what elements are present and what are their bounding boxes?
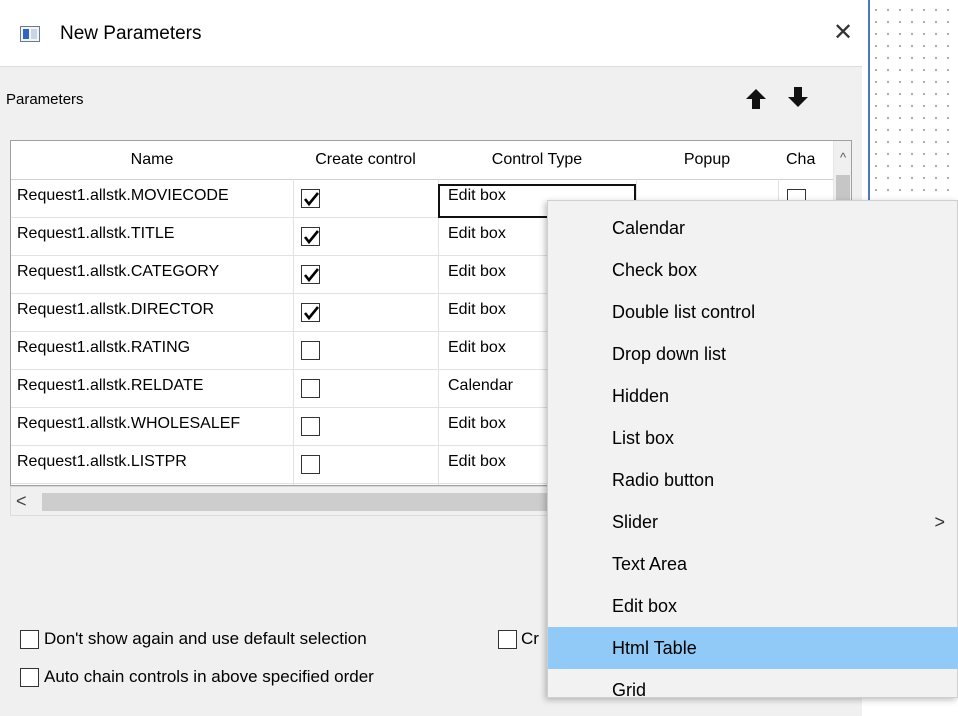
auto-chain-label: Auto chain controls in above specified o… bbox=[44, 667, 374, 686]
dialog-title: New Parameters bbox=[60, 23, 202, 44]
column-header-create-control[interactable]: Create control bbox=[293, 141, 439, 180]
menu-item-label: Double list control bbox=[612, 302, 756, 322]
menu-item-label: Html Table bbox=[612, 638, 697, 658]
menu-item-label: Edit box bbox=[612, 596, 678, 616]
dont-show-label: Don't show again and use default selecti… bbox=[44, 629, 367, 648]
cut-off-checkbox[interactable] bbox=[498, 630, 517, 649]
auto-chain-checkbox[interactable] bbox=[20, 668, 39, 687]
cell-name[interactable]: Request1.allstk.CATEGORY bbox=[17, 262, 291, 282]
create-control-checkbox[interactable] bbox=[301, 265, 320, 284]
cell-name[interactable]: Request1.allstk.LISTPR bbox=[17, 452, 291, 472]
cell-name[interactable]: Request1.allstk.MOVIECODE bbox=[17, 186, 291, 206]
cell-name[interactable]: Request1.allstk.RATING bbox=[17, 338, 291, 358]
create-control-checkbox[interactable] bbox=[301, 455, 320, 474]
create-control-checkbox[interactable] bbox=[301, 341, 320, 360]
create-control-checkbox[interactable] bbox=[301, 379, 320, 398]
cell-name[interactable]: Request1.allstk.WHOLESALEF bbox=[17, 414, 291, 434]
menu-item-drop-down-list[interactable]: Drop down list bbox=[548, 333, 958, 375]
parameters-label: Parameters bbox=[6, 91, 84, 108]
column-header-popup[interactable]: Popup bbox=[636, 141, 779, 180]
column-header-name[interactable]: Name bbox=[11, 141, 294, 180]
menu-item-check-box[interactable]: Check box bbox=[548, 249, 958, 291]
menu-item-label: Grid bbox=[612, 680, 647, 700]
menu-item-label: Slider bbox=[612, 512, 659, 532]
cut-off-label: Cr bbox=[521, 629, 539, 648]
menu-item-hidden[interactable]: Hidden bbox=[548, 375, 958, 417]
move-down-icon[interactable] bbox=[785, 84, 811, 110]
menu-item-grid[interactable]: Grid bbox=[548, 669, 958, 711]
control-type-context-menu: Calendar Check box Double list control Drop… bbox=[547, 200, 958, 700]
create-control-checkbox[interactable] bbox=[301, 303, 320, 322]
cell-name[interactable]: Request1.allstk.DIRECTOR bbox=[17, 300, 291, 320]
menu-item-label: Radio button bbox=[612, 470, 715, 490]
column-header-control-type[interactable]: Control Type bbox=[438, 141, 637, 180]
menu-item-text-area[interactable]: Text Area bbox=[548, 543, 958, 585]
close-icon[interactable]: ✕ bbox=[830, 20, 856, 46]
move-up-icon[interactable] bbox=[743, 86, 769, 112]
menu-item-label: Drop down list bbox=[612, 344, 727, 364]
menu-item-label: Calendar bbox=[612, 218, 686, 238]
menu-item-label: Check box bbox=[612, 260, 698, 280]
window-icon bbox=[20, 26, 40, 42]
menu-item-label: List box bbox=[612, 428, 675, 448]
menu-item-radio-button[interactable]: Radio button bbox=[548, 459, 958, 501]
menu-item-list-box[interactable]: List box bbox=[548, 417, 958, 459]
menu-item-label: Hidden bbox=[612, 386, 670, 406]
create-control-checkbox[interactable] bbox=[301, 417, 320, 436]
menu-item-slider[interactable]: Slider > bbox=[548, 501, 958, 543]
scroll-up-icon[interactable]: ^ bbox=[833, 147, 851, 169]
menu-item-label: Text Area bbox=[612, 554, 688, 574]
menu-item-edit-box[interactable]: Edit box bbox=[548, 585, 958, 627]
cell-name[interactable]: Request1.allstk.RELDATE bbox=[17, 376, 291, 396]
scroll-left-icon[interactable]: < bbox=[16, 490, 36, 512]
create-control-checkbox[interactable] bbox=[301, 227, 320, 246]
create-control-checkbox[interactable] bbox=[301, 189, 320, 208]
submenu-arrow-icon: > bbox=[934, 512, 945, 532]
menu-item-double-list-control[interactable]: Double list control bbox=[548, 291, 958, 333]
dont-show-checkbox[interactable] bbox=[20, 630, 39, 649]
menu-item-html-table[interactable]: Html Table bbox=[548, 627, 958, 669]
menu-item-calendar[interactable]: Calendar bbox=[548, 207, 958, 249]
cell-name[interactable]: Request1.allstk.TITLE bbox=[17, 224, 291, 244]
